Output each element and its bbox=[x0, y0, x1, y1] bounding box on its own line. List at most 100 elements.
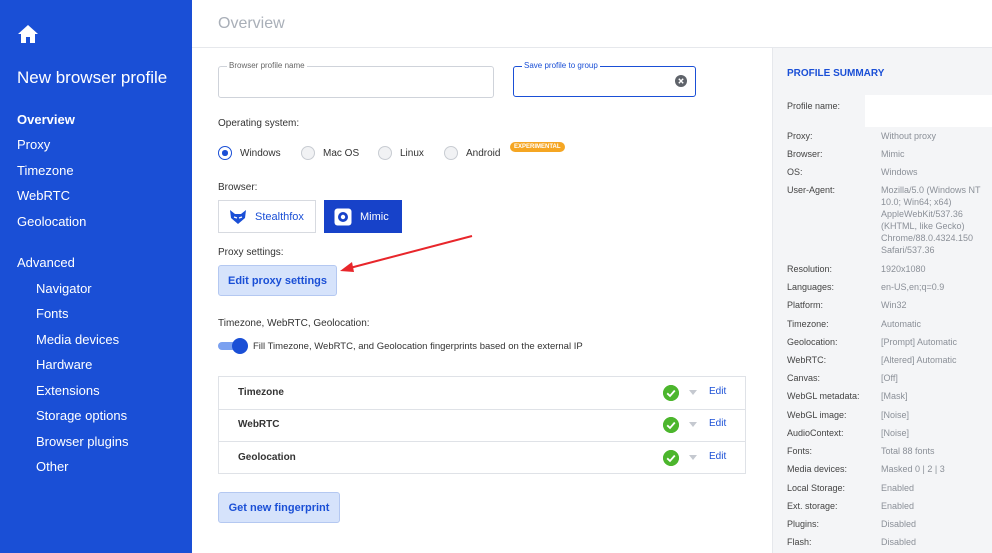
browser-option-label: Stealthfox bbox=[255, 210, 304, 223]
sidebar-item-timezone[interactable]: Timezone bbox=[17, 163, 74, 178]
summary-value: [Off] bbox=[881, 373, 898, 383]
check-icon bbox=[663, 385, 679, 401]
edit-proxy-settings-button[interactable]: Edit proxy settings bbox=[218, 265, 337, 296]
summary-value: Automatic bbox=[881, 319, 922, 329]
sidebar-item-webrtc[interactable]: WebRTC bbox=[17, 188, 70, 203]
summary-key: AudioContext: bbox=[787, 428, 844, 438]
os-radio-android[interactable]: Android bbox=[444, 145, 500, 161]
proxy-settings-label: Proxy settings: bbox=[218, 247, 284, 258]
table-row: Timezone Edit bbox=[219, 377, 745, 410]
auto-fill-toggle[interactable] bbox=[218, 338, 248, 354]
sidebar-item-extensions[interactable]: Extensions bbox=[36, 383, 100, 398]
summary-key: Media devices: bbox=[787, 464, 848, 474]
summary-title: PROFILE SUMMARY bbox=[787, 68, 885, 79]
summary-value: Win32 bbox=[881, 300, 907, 310]
summary-key: Platform: bbox=[787, 300, 824, 310]
save-group-label: Save profile to group bbox=[522, 61, 600, 70]
mimic-icon bbox=[334, 208, 352, 225]
check-icon bbox=[663, 417, 679, 433]
summary-value: Mimic bbox=[881, 149, 905, 159]
sidebar-item-media-devices[interactable]: Media devices bbox=[36, 332, 119, 347]
check-icon bbox=[663, 450, 679, 466]
os-option-label: Windows bbox=[240, 147, 281, 159]
summary-profile-name-value bbox=[865, 95, 992, 127]
os-option-label: Android bbox=[466, 147, 501, 159]
summary-key: Proxy: bbox=[787, 131, 813, 141]
save-group-field[interactable]: Save profile to group bbox=[513, 61, 696, 97]
summary-key: OS: bbox=[787, 167, 803, 177]
summary-value: Enabled bbox=[881, 483, 915, 493]
auto-fill-toggle-text: Fill Timezone, WebRTC, and Geolocation f… bbox=[253, 341, 583, 352]
summary-value: Disabled bbox=[881, 519, 917, 529]
summary-value: Windows bbox=[881, 167, 918, 177]
radio-dot bbox=[301, 146, 315, 160]
profile-name-label: Browser profile name bbox=[227, 61, 307, 70]
edit-link[interactable]: Edit bbox=[709, 418, 726, 429]
clear-icon[interactable] bbox=[675, 75, 687, 87]
summary-key: User-Agent: bbox=[787, 185, 836, 195]
summary-key: WebGL image: bbox=[787, 410, 847, 420]
browser-option-label: Mimic bbox=[360, 210, 389, 223]
summary-value: Without proxy bbox=[881, 131, 937, 141]
fox-icon bbox=[230, 209, 246, 224]
sidebar-item-hardware[interactable]: Hardware bbox=[36, 357, 92, 372]
sidebar-item-proxy[interactable]: Proxy bbox=[17, 137, 50, 152]
os-radio-linux[interactable]: Linux bbox=[378, 145, 424, 161]
radio-dot bbox=[218, 146, 232, 160]
browser-label: Browser: bbox=[218, 182, 258, 193]
experimental-badge: EXPERIMENTAL bbox=[510, 142, 565, 152]
browser-stealthfox-button[interactable]: Stealthfox bbox=[218, 200, 316, 233]
chevron-down-icon[interactable] bbox=[689, 390, 697, 395]
browser-mimic-button[interactable]: Mimic bbox=[324, 200, 402, 233]
arrow-annotation bbox=[340, 235, 473, 272]
sidebar: New browser profile Overview Proxy Timez… bbox=[0, 0, 192, 553]
summary-value: Total 88 fonts bbox=[881, 446, 935, 456]
get-new-fingerprint-button[interactable]: Get new fingerprint bbox=[218, 492, 340, 523]
sidebar-item-storage-options[interactable]: Storage options bbox=[36, 408, 127, 423]
chevron-down-icon[interactable] bbox=[689, 422, 697, 427]
os-radio-windows[interactable]: Windows bbox=[218, 145, 281, 161]
row-name: WebRTC bbox=[238, 419, 280, 430]
summary-key: Timezone: bbox=[787, 319, 829, 329]
sidebar-item-navigator[interactable]: Navigator bbox=[36, 281, 92, 296]
sidebar-item-browser-plugins[interactable]: Browser plugins bbox=[36, 434, 129, 449]
radio-dot bbox=[378, 146, 392, 160]
summary-value: [Mask] bbox=[881, 391, 908, 401]
row-name: Geolocation bbox=[238, 452, 296, 463]
summary-value: [Noise] bbox=[881, 428, 910, 438]
summary-key: Languages: bbox=[787, 282, 835, 292]
summary-key: Geolocation: bbox=[787, 337, 838, 347]
summary-value: [Noise] bbox=[881, 410, 910, 420]
summary-key: Local Storage: bbox=[787, 483, 846, 493]
sidebar-item-advanced[interactable]: Advanced bbox=[17, 255, 75, 270]
sidebar-item-fonts[interactable]: Fonts bbox=[36, 306, 69, 321]
edit-link[interactable]: Edit bbox=[709, 386, 726, 397]
summary-value: [Altered] Automatic bbox=[881, 355, 957, 365]
summary-key: Flash: bbox=[787, 537, 812, 547]
home-icon[interactable] bbox=[17, 24, 39, 44]
table-row: WebRTC Edit bbox=[219, 409, 745, 442]
summary-key: Plugins: bbox=[787, 519, 820, 529]
sidebar-item-geolocation[interactable]: Geolocation bbox=[17, 214, 86, 229]
summary-key: WebGL metadata: bbox=[787, 391, 860, 401]
geo-table: Timezone Edit WebRTC Edit Geolocation Ed… bbox=[218, 376, 746, 474]
chevron-down-icon[interactable] bbox=[689, 455, 697, 460]
summary-value: en-US,en;q=0.9 bbox=[881, 282, 945, 292]
row-name: Timezone bbox=[238, 387, 284, 398]
summary-value: Enabled bbox=[881, 501, 915, 511]
summary-key: WebRTC: bbox=[787, 355, 827, 365]
os-radio-macos[interactable]: Mac OS bbox=[301, 145, 359, 161]
table-row: Geolocation Edit bbox=[219, 442, 745, 474]
summary-key: Browser: bbox=[787, 149, 823, 159]
summary-value: 1920x1080 bbox=[881, 264, 926, 274]
profile-name-field[interactable]: Browser profile name bbox=[218, 61, 494, 98]
os-label: Operating system: bbox=[218, 118, 300, 129]
geo-section-label: Timezone, WebRTC, Geolocation: bbox=[218, 318, 370, 329]
sidebar-item-overview[interactable]: Overview bbox=[17, 112, 75, 127]
summary-value: [Prompt] Automatic bbox=[881, 337, 958, 347]
toggle-knob bbox=[232, 338, 248, 354]
profile-summary-panel: PROFILE SUMMARY Profile name: Proxy: Wit… bbox=[772, 48, 992, 553]
os-option-label: Mac OS bbox=[323, 147, 360, 159]
sidebar-item-other[interactable]: Other bbox=[36, 459, 69, 474]
edit-link[interactable]: Edit bbox=[709, 451, 726, 462]
